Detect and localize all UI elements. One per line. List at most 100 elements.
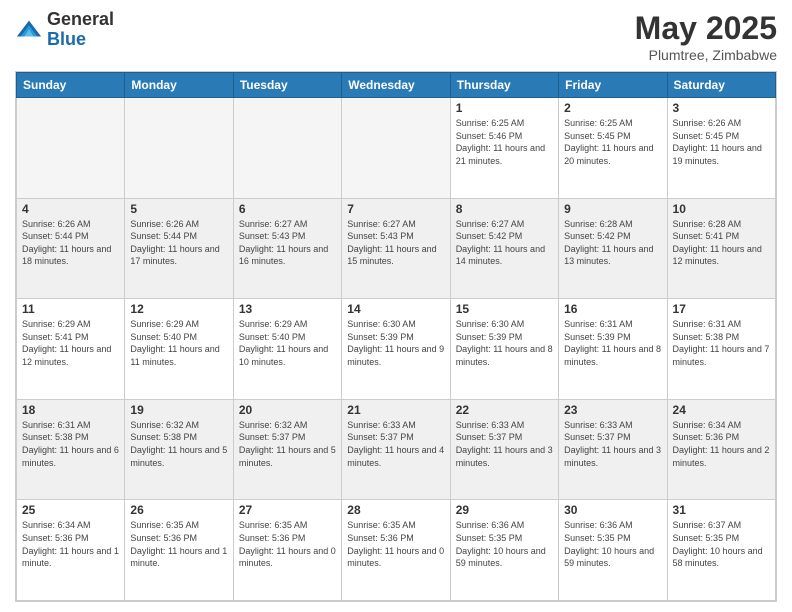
day-info: Sunrise: 6:27 AMSunset: 5:43 PMDaylight:…: [347, 218, 444, 268]
day-info: Sunrise: 6:33 AMSunset: 5:37 PMDaylight:…: [347, 419, 444, 469]
logo: General Blue: [15, 10, 114, 50]
table-cell: 27 Sunrise: 6:35 AMSunset: 5:36 PMDayligh…: [233, 500, 341, 601]
table-cell: [233, 98, 341, 199]
day-info: Sunrise: 6:27 AMSunset: 5:43 PMDaylight:…: [239, 218, 336, 268]
day-info: Sunrise: 6:29 AMSunset: 5:40 PMDaylight:…: [239, 318, 336, 368]
day-info: Sunrise: 6:29 AMSunset: 5:41 PMDaylight:…: [22, 318, 119, 368]
day-number: 29: [456, 503, 553, 517]
table-cell: [342, 98, 450, 199]
table-cell: 10Sunrise: 6:28 AMSunset: 5:41 PMDayligh…: [667, 198, 775, 299]
day-info: Sunrise: 6:25 AMSunset: 5:46 PMDaylight:…: [456, 117, 553, 167]
table-cell: 7 Sunrise: 6:27 AMSunset: 5:43 PMDaylight…: [342, 198, 450, 299]
title-block: May 2025 Plumtree, Zimbabwe: [635, 10, 777, 63]
day-number: 11: [22, 302, 119, 316]
day-number: 5: [130, 202, 227, 216]
day-number: 19: [130, 403, 227, 417]
table-cell: 5Sunrise: 6:26 AMSunset: 5:44 PMDaylight…: [125, 198, 233, 299]
table-cell: 8 Sunrise: 6:27 AMSunset: 5:42 PMDaylight…: [450, 198, 558, 299]
day-info: Sunrise: 6:36 AMSunset: 5:35 PMDaylight:…: [564, 519, 661, 569]
day-number: 17: [673, 302, 770, 316]
table-cell: 6 Sunrise: 6:27 AMSunset: 5:43 PMDaylight…: [233, 198, 341, 299]
col-saturday: Saturday: [667, 73, 775, 98]
day-number: 31: [673, 503, 770, 517]
col-monday: Monday: [125, 73, 233, 98]
day-info: Sunrise: 6:31 AMSunset: 5:39 PMDaylight:…: [564, 318, 661, 368]
calendar-header-row: Sunday Monday Tuesday Wednesday Thursday…: [17, 73, 776, 98]
day-info: Sunrise: 6:30 AMSunset: 5:39 PMDaylight:…: [347, 318, 444, 368]
day-info: Sunrise: 6:35 AMSunset: 5:36 PMDaylight:…: [347, 519, 444, 569]
main-title: May 2025: [635, 10, 777, 47]
day-info: Sunrise: 6:36 AMSunset: 5:35 PMDaylight:…: [456, 519, 553, 569]
day-info: Sunrise: 6:29 AMSunset: 5:40 PMDaylight:…: [130, 318, 227, 368]
calendar-week-5: 25Sunrise: 6:34 AMSunset: 5:36 PMDayligh…: [17, 500, 776, 601]
table-cell: 11 Sunrise: 6:29 AMSunset: 5:41 PMDayligh…: [17, 299, 125, 400]
day-number: 2: [564, 101, 661, 115]
day-info: Sunrise: 6:26 AMSunset: 5:45 PMDaylight:…: [673, 117, 770, 167]
table-cell: 21 Sunrise: 6:33 AMSunset: 5:37 PMDayligh…: [342, 399, 450, 500]
day-number: 15: [456, 302, 553, 316]
day-number: 14: [347, 302, 444, 316]
day-number: 26: [130, 503, 227, 517]
day-info: Sunrise: 6:28 AMSunset: 5:42 PMDaylight:…: [564, 218, 661, 268]
table-cell: 28 Sunrise: 6:35 AMSunset: 5:36 PMDayligh…: [342, 500, 450, 601]
calendar-week-1: 1Sunrise: 6:25 AMSunset: 5:46 PMDaylight…: [17, 98, 776, 199]
table-cell: 29 Sunrise: 6:36 AMSunset: 5:35 PMDayligh…: [450, 500, 558, 601]
calendar: Sunday Monday Tuesday Wednesday Thursday…: [15, 71, 777, 602]
day-number: 3: [673, 101, 770, 115]
day-number: 28: [347, 503, 444, 517]
table-cell: 1Sunrise: 6:25 AMSunset: 5:46 PMDaylight…: [450, 98, 558, 199]
table-cell: 30 Sunrise: 6:36 AMSunset: 5:35 PMDayligh…: [559, 500, 667, 601]
col-tuesday: Tuesday: [233, 73, 341, 98]
day-number: 4: [22, 202, 119, 216]
table-cell: 25Sunrise: 6:34 AMSunset: 5:36 PMDayligh…: [17, 500, 125, 601]
day-info: Sunrise: 6:33 AMSunset: 5:37 PMDaylight:…: [564, 419, 661, 469]
col-wednesday: Wednesday: [342, 73, 450, 98]
day-number: 8: [456, 202, 553, 216]
table-cell: 4 Sunrise: 6:26 AMSunset: 5:44 PMDaylight…: [17, 198, 125, 299]
subtitle: Plumtree, Zimbabwe: [635, 47, 777, 63]
day-info: Sunrise: 6:34 AMSunset: 5:36 PMDaylight:…: [22, 519, 119, 569]
table-cell: 15 Sunrise: 6:30 AMSunset: 5:39 PMDayligh…: [450, 299, 558, 400]
day-number: 6: [239, 202, 336, 216]
table-cell: 26Sunrise: 6:35 AMSunset: 5:36 PMDayligh…: [125, 500, 233, 601]
table-cell: [125, 98, 233, 199]
calendar-week-3: 11 Sunrise: 6:29 AMSunset: 5:41 PMDayligh…: [17, 299, 776, 400]
day-info: Sunrise: 6:33 AMSunset: 5:37 PMDaylight:…: [456, 419, 553, 469]
day-number: 21: [347, 403, 444, 417]
table-cell: 13Sunrise: 6:29 AMSunset: 5:40 PMDayligh…: [233, 299, 341, 400]
page: General Blue May 2025 Plumtree, Zimbabwe…: [0, 0, 792, 612]
day-info: Sunrise: 6:32 AMSunset: 5:37 PMDaylight:…: [239, 419, 336, 469]
day-info: Sunrise: 6:27 AMSunset: 5:42 PMDaylight:…: [456, 218, 553, 268]
day-info: Sunrise: 6:30 AMSunset: 5:39 PMDaylight:…: [456, 318, 553, 368]
table-cell: 22 Sunrise: 6:33 AMSunset: 5:37 PMDayligh…: [450, 399, 558, 500]
day-number: 16: [564, 302, 661, 316]
table-cell: [17, 98, 125, 199]
col-sunday: Sunday: [17, 73, 125, 98]
calendar-week-2: 4 Sunrise: 6:26 AMSunset: 5:44 PMDaylight…: [17, 198, 776, 299]
table-cell: 2Sunrise: 6:25 AMSunset: 5:45 PMDaylight…: [559, 98, 667, 199]
table-cell: 17 Sunrise: 6:31 AMSunset: 5:38 PMDayligh…: [667, 299, 775, 400]
day-info: Sunrise: 6:31 AMSunset: 5:38 PMDaylight:…: [673, 318, 770, 368]
table-cell: 3 Sunrise: 6:26 AMSunset: 5:45 PMDaylight…: [667, 98, 775, 199]
table-cell: 24Sunrise: 6:34 AMSunset: 5:36 PMDayligh…: [667, 399, 775, 500]
day-info: Sunrise: 6:28 AMSunset: 5:41 PMDaylight:…: [673, 218, 770, 268]
day-info: Sunrise: 6:32 AMSunset: 5:38 PMDaylight:…: [130, 419, 227, 469]
table-cell: 18 Sunrise: 6:31 AMSunset: 5:38 PMDayligh…: [17, 399, 125, 500]
day-number: 12: [130, 302, 227, 316]
day-info: Sunrise: 6:35 AMSunset: 5:36 PMDaylight:…: [239, 519, 336, 569]
day-number: 20: [239, 403, 336, 417]
day-number: 7: [347, 202, 444, 216]
logo-blue: Blue: [47, 30, 114, 50]
day-info: Sunrise: 6:26 AMSunset: 5:44 PMDaylight:…: [22, 218, 119, 268]
col-thursday: Thursday: [450, 73, 558, 98]
day-info: Sunrise: 6:31 AMSunset: 5:38 PMDaylight:…: [22, 419, 119, 469]
logo-general: General: [47, 10, 114, 30]
day-info: Sunrise: 6:34 AMSunset: 5:36 PMDaylight:…: [673, 419, 770, 469]
day-number: 18: [22, 403, 119, 417]
header: General Blue May 2025 Plumtree, Zimbabwe: [15, 10, 777, 63]
day-number: 27: [239, 503, 336, 517]
day-number: 30: [564, 503, 661, 517]
day-info: Sunrise: 6:37 AMSunset: 5:35 PMDaylight:…: [673, 519, 770, 569]
table-cell: 23Sunrise: 6:33 AMSunset: 5:37 PMDayligh…: [559, 399, 667, 500]
day-number: 22: [456, 403, 553, 417]
